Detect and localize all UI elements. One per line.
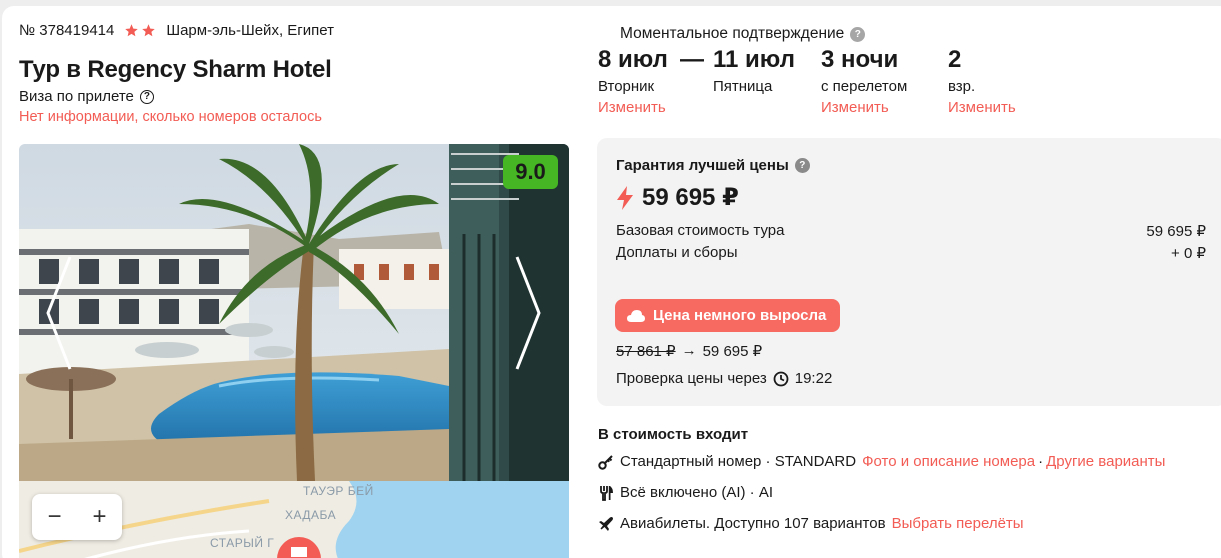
meal-plan: Всё включено (AI) · AI <box>620 484 774 501</box>
hotel-rating-badge: 9.0 <box>503 155 558 189</box>
base-cost-value: 59 695 ₽ <box>1146 223 1206 240</box>
question-circle-icon[interactable]: ? <box>139 89 154 104</box>
date-from-weekday: Вторник <box>598 78 655 95</box>
star-icon <box>125 24 139 37</box>
nights-count[interactable]: 3 ночи <box>821 46 898 74</box>
total-price-row: 59 695 ₽ <box>616 183 739 212</box>
airplane-icon <box>599 516 613 531</box>
date-dash: — <box>680 46 704 73</box>
date-to-weekday: Пятница <box>713 78 773 95</box>
room-photos-link[interactable]: Фото и описание номера <box>862 453 1035 470</box>
price-increased-label: Цена немного выросла <box>653 307 827 324</box>
star-icon <box>142 24 156 37</box>
map-label: ХАДАБА <box>285 508 337 522</box>
zoom-in-button[interactable]: + <box>92 503 106 531</box>
price-check-label: Проверка цены через <box>616 370 767 387</box>
page-title: Тур в Regency Sharm Hotel <box>19 56 332 83</box>
included-title: В стоимость входит <box>598 426 749 443</box>
fees-value: + 0 ₽ <box>1171 245 1206 262</box>
rooms-availability-note: Нет информации, сколько номеров осталось <box>19 109 322 125</box>
old-price: 57 861 ₽ <box>616 343 676 360</box>
nights-note: с перелетом <box>821 78 908 95</box>
tour-number: № 378419414 <box>19 22 115 39</box>
fork-knife-icon <box>600 485 613 501</box>
guarantee-label: Гарантия лучшей цены <box>616 157 789 174</box>
room-description: Стандартный номер · STANDARD <box>620 453 857 470</box>
cloud-icon <box>627 309 645 322</box>
map-label: СТАРЫЙ Г <box>210 536 275 550</box>
price-panel <box>597 138 1221 406</box>
guests-count[interactable]: 2 <box>948 46 961 74</box>
hotel-photo[interactable] <box>19 144 569 481</box>
included-meal: Всё включено (AI) · AI <box>598 484 773 501</box>
map-label: ТАУЭР БЕЙ <box>303 484 374 498</box>
other-rooms-link[interactable]: Другие варианты <box>1046 453 1165 470</box>
confirmation-label: Моментальное подтверждение <box>620 25 845 42</box>
date-from[interactable]: 8 июл <box>598 46 668 74</box>
flights-description: Авиабилеты. Доступно 107 вариантов <box>620 515 886 532</box>
separator: · <box>1038 453 1044 470</box>
included-flights: Авиабилеты. Доступно 107 вариантов Выбра… <box>598 515 1024 532</box>
change-guests-link[interactable]: Изменить <box>948 99 1016 116</box>
fees-label: Доплаты и сборы <box>616 244 738 261</box>
arrow-right-icon: → <box>681 342 697 359</box>
price-change-row: 57 861 ₽ → 59 695 ₽ <box>616 342 762 360</box>
price-increased-badge: Цена немного выросла <box>615 299 841 332</box>
question-circle-icon[interactable]: ? <box>794 158 810 173</box>
included-room: Стандартный номер · STANDARD Фото и опис… <box>598 453 1165 470</box>
change-dates-link[interactable]: Изменить <box>598 99 666 116</box>
clock-icon <box>773 371 789 386</box>
date-to[interactable]: 11 июл <box>713 46 795 74</box>
tour-header-row: № 378419414 Шарм-эль-Шейх, Египет <box>19 22 334 39</box>
hotel-stars <box>124 23 156 38</box>
price-check-row: Проверка цены через 19:22 <box>616 370 832 387</box>
best-price-guarantee: Гарантия лучшей цены ? <box>616 157 810 174</box>
change-nights-link[interactable]: Изменить <box>821 99 889 116</box>
visa-label: Виза по прилете <box>19 88 134 105</box>
key-icon <box>598 454 613 470</box>
new-price: 59 695 ₽ <box>702 343 763 360</box>
map-zoom-control: − + <box>32 494 122 540</box>
instant-confirmation: Моментальное подтверждение ? <box>620 25 866 43</box>
guests-note: взр. <box>948 78 976 95</box>
lightning-icon <box>617 185 633 210</box>
price-check-time: 19:22 <box>794 370 833 387</box>
visa-info: Виза по прилете ? <box>19 88 154 105</box>
chevron-left-icon[interactable] <box>44 253 74 373</box>
total-price: 59 695 ₽ <box>642 184 739 211</box>
choose-flights-link[interactable]: Выбрать перелёты <box>892 515 1024 532</box>
zoom-out-button[interactable]: − <box>47 503 61 531</box>
hotel-location: Шарм-эль-Шейх, Египет <box>166 22 334 39</box>
chevron-right-icon[interactable] <box>513 253 543 373</box>
base-cost-label: Базовая стоимость тура <box>616 222 785 239</box>
question-circle-icon[interactable]: ? <box>850 26 866 42</box>
